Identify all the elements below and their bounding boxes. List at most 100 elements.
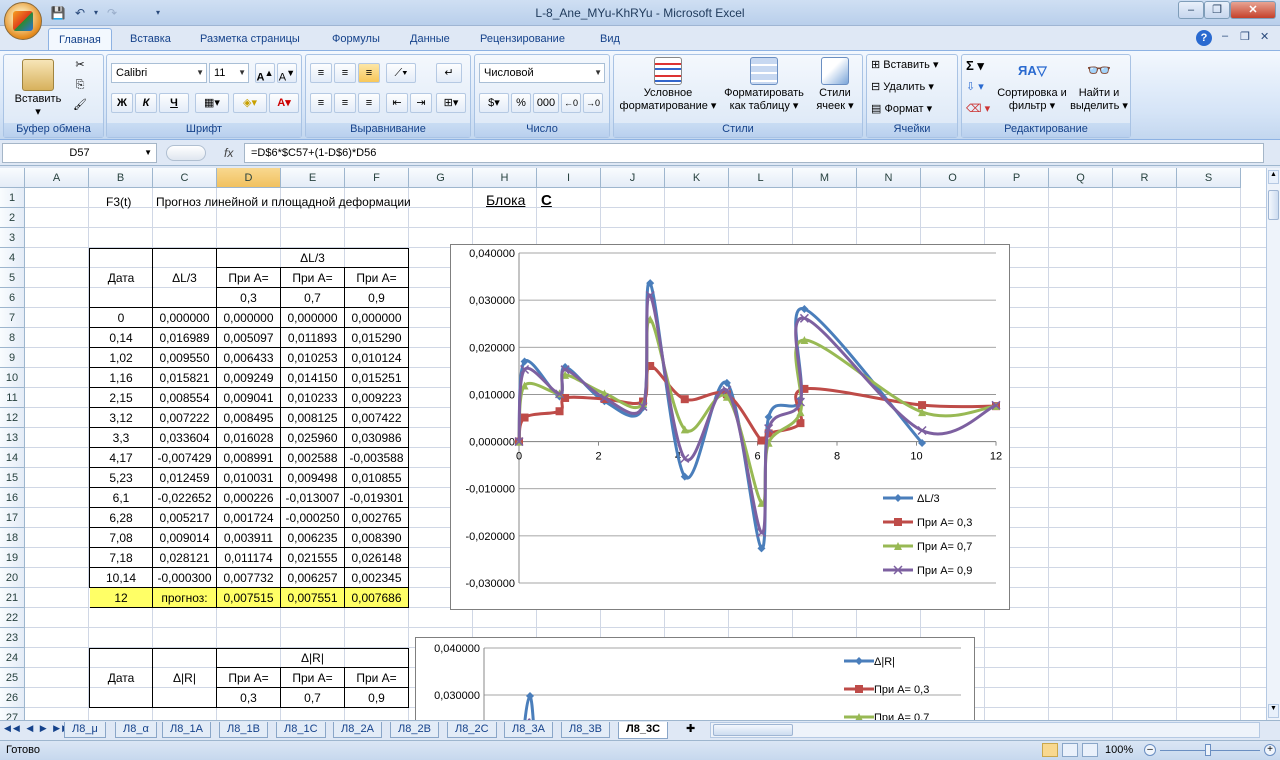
row-header-3[interactable]: 3: [0, 228, 25, 248]
table-value-cell[interactable]: 0,007732: [217, 568, 281, 588]
cell-h1[interactable]: Блока: [486, 191, 525, 210]
normal-view-icon[interactable]: [1042, 743, 1058, 757]
table-date-cell[interactable]: 1,16: [90, 368, 153, 388]
table-date-cell[interactable]: 6,28: [90, 508, 153, 528]
cell-c1[interactable]: Прогноз линейной и площадной деформации: [156, 193, 411, 212]
row-header-20[interactable]: 20: [0, 568, 25, 588]
column-header-b[interactable]: B: [89, 168, 153, 188]
sheet-tab[interactable]: Л8_1В: [219, 722, 268, 738]
table-pri-a-header[interactable]: При А=: [281, 268, 345, 288]
increase-decimal-button[interactable]: ←0: [561, 93, 581, 113]
table-value-cell[interactable]: -0,000250: [281, 508, 345, 528]
align-middle-button[interactable]: ≡: [334, 63, 356, 83]
table-date-cell[interactable]: 0,14: [90, 328, 153, 348]
row-header-10[interactable]: 10: [0, 368, 25, 388]
sort-filter-button[interactable]: ЯA▽ Сортировка и фильтр ▾: [996, 57, 1068, 113]
table-value-cell[interactable]: 0,001724: [217, 508, 281, 528]
table-value-cell[interactable]: 0,009014: [153, 528, 217, 548]
column-header-e[interactable]: E: [281, 168, 345, 188]
fill-color-button[interactable]: ◈▾: [233, 93, 267, 113]
row-header-7[interactable]: 7: [0, 308, 25, 328]
column-header-n[interactable]: N: [857, 168, 921, 188]
table-value-cell[interactable]: 0,014150: [281, 368, 345, 388]
formula-input[interactable]: =D$6*$C57+(1-D$6)*D56: [244, 143, 1264, 163]
row-header-26[interactable]: 26: [0, 688, 25, 708]
h-scroll-thumb[interactable]: [713, 724, 793, 736]
table-value-cell[interactable]: 0,015251: [345, 368, 409, 388]
row-header-1[interactable]: 1: [0, 188, 25, 208]
column-header-l[interactable]: L: [729, 168, 793, 188]
sheet-tab[interactable]: Л8_1С: [276, 722, 326, 738]
sheet-tab[interactable]: Л8_1А: [162, 722, 211, 738]
row-header-14[interactable]: 14: [0, 448, 25, 468]
table-value-cell[interactable]: 0,009498: [281, 468, 345, 488]
table-date-cell[interactable]: 0: [90, 308, 153, 328]
clear-button[interactable]: ⌫ ▾: [966, 103, 990, 116]
format-cells-button[interactable]: ▤ Формат ▾: [871, 103, 932, 116]
table-a-value[interactable]: 0,9: [345, 688, 409, 708]
table-value-cell[interactable]: 0,010233: [281, 388, 345, 408]
row-header-18[interactable]: 18: [0, 528, 25, 548]
table-value-cell[interactable]: 0,026148: [345, 548, 409, 568]
table-value-cell[interactable]: 0,011893: [281, 328, 345, 348]
table-value-cell[interactable]: 0,002765: [345, 508, 409, 528]
conditional-formatting-button[interactable]: Условное форматирование ▾: [618, 57, 718, 113]
sheet-tab[interactable]: Л8_2С: [447, 722, 497, 738]
zoom-slider-thumb[interactable]: [1205, 744, 1211, 756]
sheet-tab[interactable]: Л8_μ: [64, 722, 106, 738]
bold-button[interactable]: Ж: [111, 93, 133, 113]
table-value-cell[interactable]: 0,003911: [217, 528, 281, 548]
table-pri-a-header[interactable]: При А=: [217, 668, 281, 688]
row-header-12[interactable]: 12: [0, 408, 25, 428]
insert-function-icon[interactable]: fx: [224, 146, 233, 160]
row-header-16[interactable]: 16: [0, 488, 25, 508]
table-delta-header[interactable]: Δ|R|: [153, 649, 217, 708]
orientation-button[interactable]: ⟋▾: [386, 63, 416, 83]
sheet-tab[interactable]: Л8_2А: [333, 722, 382, 738]
grow-font-button[interactable]: A▲: [255, 63, 275, 84]
table-a-value[interactable]: 0,3: [217, 288, 281, 308]
table-value-cell[interactable]: 0,009550: [153, 348, 217, 368]
table-value-cell[interactable]: 0,006257: [281, 568, 345, 588]
table-value-cell[interactable]: 0,000226: [217, 488, 281, 508]
row-header-11[interactable]: 11: [0, 388, 25, 408]
scroll-down-icon[interactable]: ▼: [1268, 704, 1279, 718]
number-format-combo[interactable]: Числовой ▼: [479, 63, 605, 83]
table-group-header[interactable]: Δ|R|: [217, 649, 409, 668]
table-date-cell[interactable]: 4,17: [90, 448, 153, 468]
help-icon[interactable]: ?: [1196, 30, 1212, 46]
table-value-cell[interactable]: 0,008554: [153, 388, 217, 408]
table-a-value[interactable]: 0,7: [281, 688, 345, 708]
column-header-h[interactable]: H: [473, 168, 537, 188]
forecast-cell[interactable]: 0,007551: [281, 588, 345, 608]
worksheet-grid[interactable]: A B C D E F G H I J K L M N O P Q R S 1 2 3 4 5 6 7 8 9 10 11 12 13 14 15…: [0, 168, 1266, 720]
table-value-cell[interactable]: 0,006235: [281, 528, 345, 548]
row-header-8[interactable]: 8: [0, 328, 25, 348]
column-header-r[interactable]: R: [1113, 168, 1177, 188]
vertical-scrollbar[interactable]: ▲ ▼: [1266, 168, 1280, 720]
table-value-cell[interactable]: 0,010124: [345, 348, 409, 368]
table-value-cell[interactable]: 0,033604: [153, 428, 217, 448]
format-as-table-button[interactable]: Форматировать как таблицу ▾: [720, 57, 808, 113]
table-date-cell[interactable]: 3,3: [90, 428, 153, 448]
format-painter-icon[interactable]: 🖌: [72, 99, 88, 112]
chart-delta-r[interactable]: 0,040000 0,030000 Δ|R| При А= 0,3 При А= 0,7: [415, 637, 975, 720]
column-header-c[interactable]: C: [153, 168, 217, 188]
table-value-cell[interactable]: -0,007429: [153, 448, 217, 468]
office-button[interactable]: [4, 2, 42, 40]
table-date-header[interactable]: Дата: [90, 249, 153, 308]
column-header-o[interactable]: O: [921, 168, 985, 188]
increase-indent-button[interactable]: ⇥: [410, 93, 432, 113]
column-header-p[interactable]: P: [985, 168, 1049, 188]
column-header-k[interactable]: K: [665, 168, 729, 188]
row-header-13[interactable]: 13: [0, 428, 25, 448]
align-bottom-button[interactable]: ≡: [358, 63, 380, 83]
column-header-a[interactable]: A: [25, 168, 89, 188]
forecast-cell[interactable]: 12: [90, 588, 153, 608]
row-header-27[interactable]: 27: [0, 708, 25, 720]
percent-button[interactable]: %: [511, 93, 531, 113]
table-date-cell[interactable]: 6,1: [90, 488, 153, 508]
borders-button[interactable]: ▦▾: [195, 93, 229, 113]
row-header-5[interactable]: 5: [0, 268, 25, 288]
align-top-button[interactable]: ≡: [310, 63, 332, 83]
